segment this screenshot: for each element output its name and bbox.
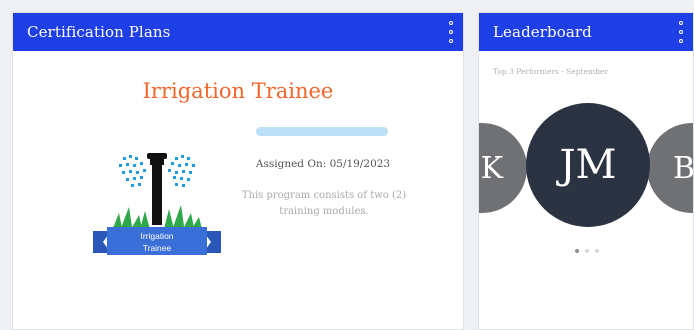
- program-title[interactable]: Irrigation Trainee: [13, 79, 463, 103]
- leaderboard-panel: Leaderboard Top 3 Performers - September…: [478, 12, 694, 330]
- certification-title: Certification Plans: [27, 23, 171, 41]
- leaderboard-header: Leaderboard: [479, 13, 693, 51]
- leader-avatar-previous[interactable]: K: [479, 123, 527, 213]
- certification-header: Certification Plans: [13, 13, 463, 51]
- leaderboard-period: Top 3 Performers - September: [493, 67, 608, 76]
- carousel-dot[interactable]: [595, 249, 599, 253]
- program-progress-bar[interactable]: [256, 127, 388, 136]
- badge-line-1: Irrigation: [140, 231, 173, 241]
- irrigation-badge-icon: Irrigation Trainee: [93, 153, 221, 255]
- carousel-dot[interactable]: [585, 249, 589, 253]
- assigned-date: Assigned On: 05/19/2023: [255, 158, 391, 170]
- carousel-dot[interactable]: [575, 249, 579, 253]
- program-description: This program consists of two (2) trainin…: [241, 190, 407, 217]
- leaderboard-title: Leaderboard: [493, 23, 592, 41]
- leaderboard-carousel: K JM B: [479, 101, 693, 241]
- leaderboard-menu-icon[interactable]: [675, 21, 687, 43]
- certification-plans-panel: Certification Plans Irrigation Trainee I…: [12, 12, 464, 330]
- badge-line-2: Trainee: [143, 243, 172, 253]
- certification-menu-icon[interactable]: [445, 21, 457, 43]
- program-progress-fill: [256, 127, 388, 136]
- leader-avatar-next[interactable]: B: [647, 123, 693, 213]
- leader-avatar-current[interactable]: JM: [526, 103, 650, 227]
- carousel-pager: [575, 249, 599, 253]
